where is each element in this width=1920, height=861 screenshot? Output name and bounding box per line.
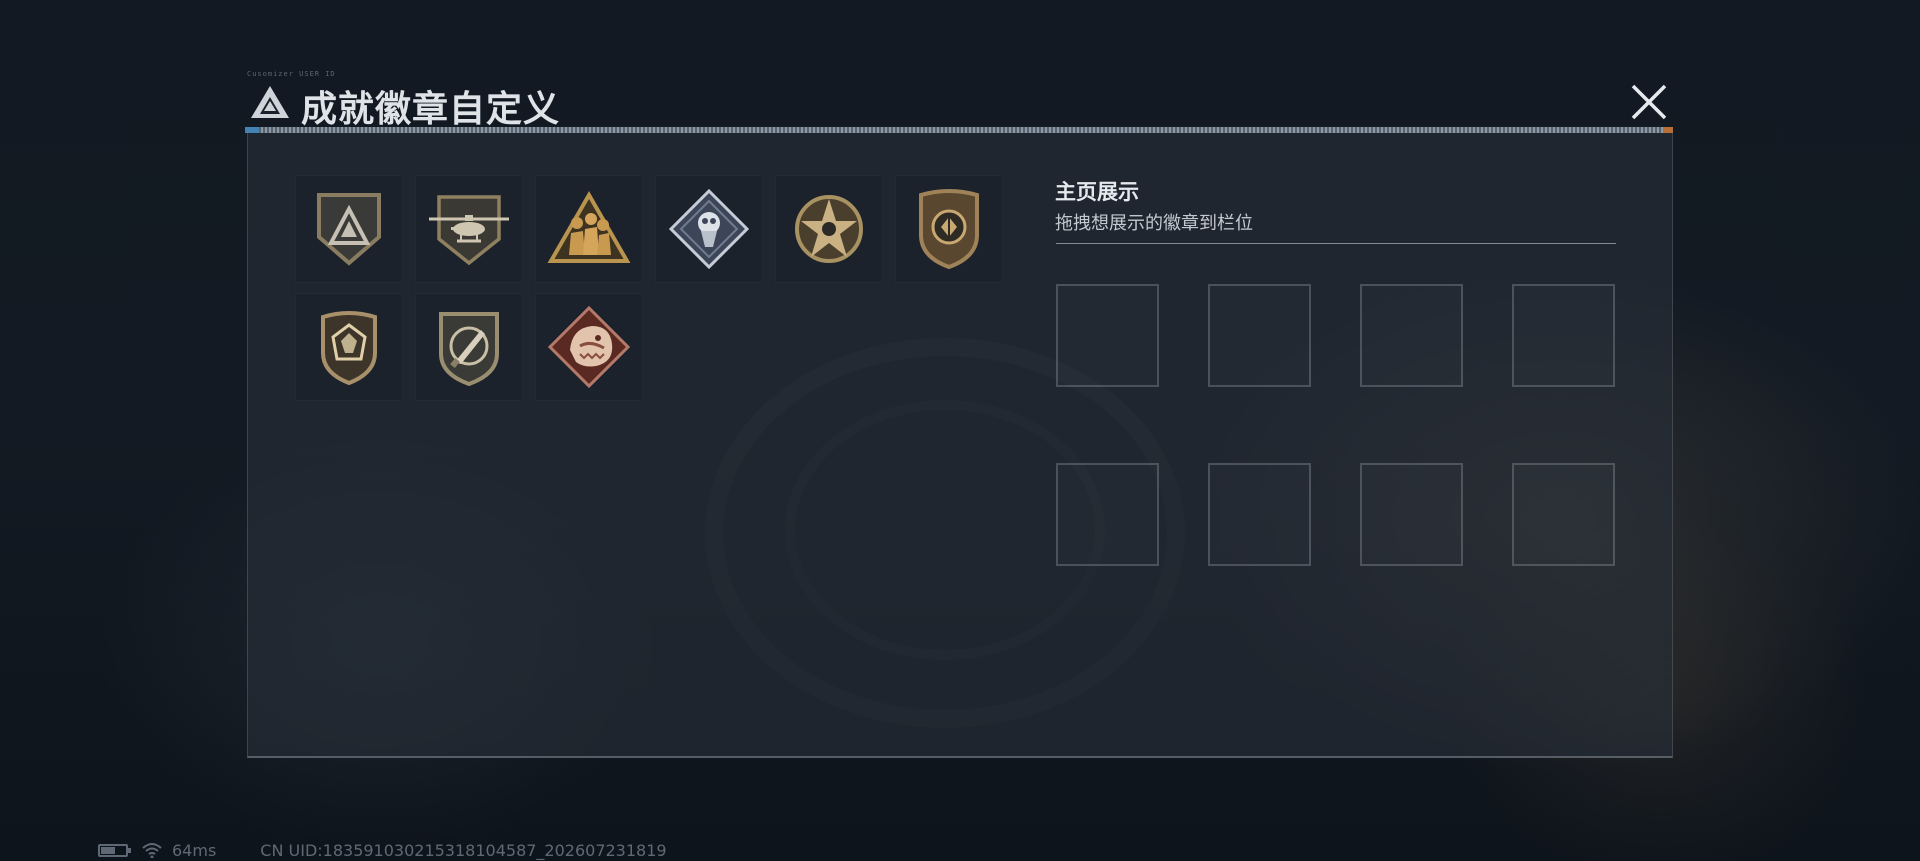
showcase-slot[interactable]: [1208, 463, 1311, 566]
status-bar: 64ms CN UID:183591030215318104587_202607…: [98, 840, 667, 860]
battery-icon: [98, 843, 131, 857]
badge-slot-star-crest[interactable]: [775, 175, 883, 283]
badge-slot-beast[interactable]: [535, 293, 643, 401]
silver-diamond-icon: [668, 188, 750, 270]
window-title: 成就徽章自定义: [301, 89, 561, 130]
delta-shield-icon: [317, 193, 381, 266]
showcase-slot[interactable]: [1512, 463, 1615, 566]
delta-logo-icon: [251, 86, 289, 118]
helicopter-shield-icon: [429, 195, 509, 266]
wifi-icon: [142, 843, 162, 858]
badge-slot-delta[interactable]: [295, 175, 403, 283]
close-icon: [1631, 84, 1667, 120]
tactical-shield-icon: [919, 189, 979, 270]
showcase-title: 主页展示: [1055, 180, 1139, 204]
gem-shield-icon: [321, 311, 377, 386]
badge-slot-gem-shield[interactable]: [295, 293, 403, 401]
badge-collection-grid: [295, 175, 1015, 401]
knife-shield-icon: [439, 312, 499, 387]
squad-triangle-icon: [547, 191, 631, 263]
badge-slot-silver-diamond[interactable]: [655, 175, 763, 283]
showcase-divider: [1056, 243, 1616, 244]
showcase-slot[interactable]: [1360, 284, 1463, 387]
title-micro-text: Cusomizer USER ID: [247, 70, 336, 78]
showcase-subtitle: 拖拽想展示的徽章到栏位: [1055, 213, 1253, 234]
close-button[interactable]: [1627, 80, 1671, 124]
showcase-slot-grid: [1056, 284, 1615, 566]
badge-slot-knife-shield[interactable]: [415, 293, 523, 401]
star-crest-icon: [795, 195, 863, 263]
badge-slot-helicopter[interactable]: [415, 175, 523, 283]
showcase-slot[interactable]: [1208, 284, 1311, 387]
ping-readout: 64ms: [172, 840, 217, 860]
beast-diamond-icon: [547, 305, 631, 389]
showcase-slot[interactable]: [1056, 463, 1159, 566]
showcase-slot[interactable]: [1360, 463, 1463, 566]
user-uid: CN UID:183591030215318104587_20260723181…: [260, 840, 667, 860]
badge-slot-squad[interactable]: [535, 175, 643, 283]
showcase-slot[interactable]: [1512, 284, 1615, 387]
showcase-slot[interactable]: [1056, 284, 1159, 387]
badge-slot-tactical-shield[interactable]: [895, 175, 1003, 283]
window-title-bar: Cusomizer USER ID 成就徽章自定义: [245, 70, 1675, 130]
